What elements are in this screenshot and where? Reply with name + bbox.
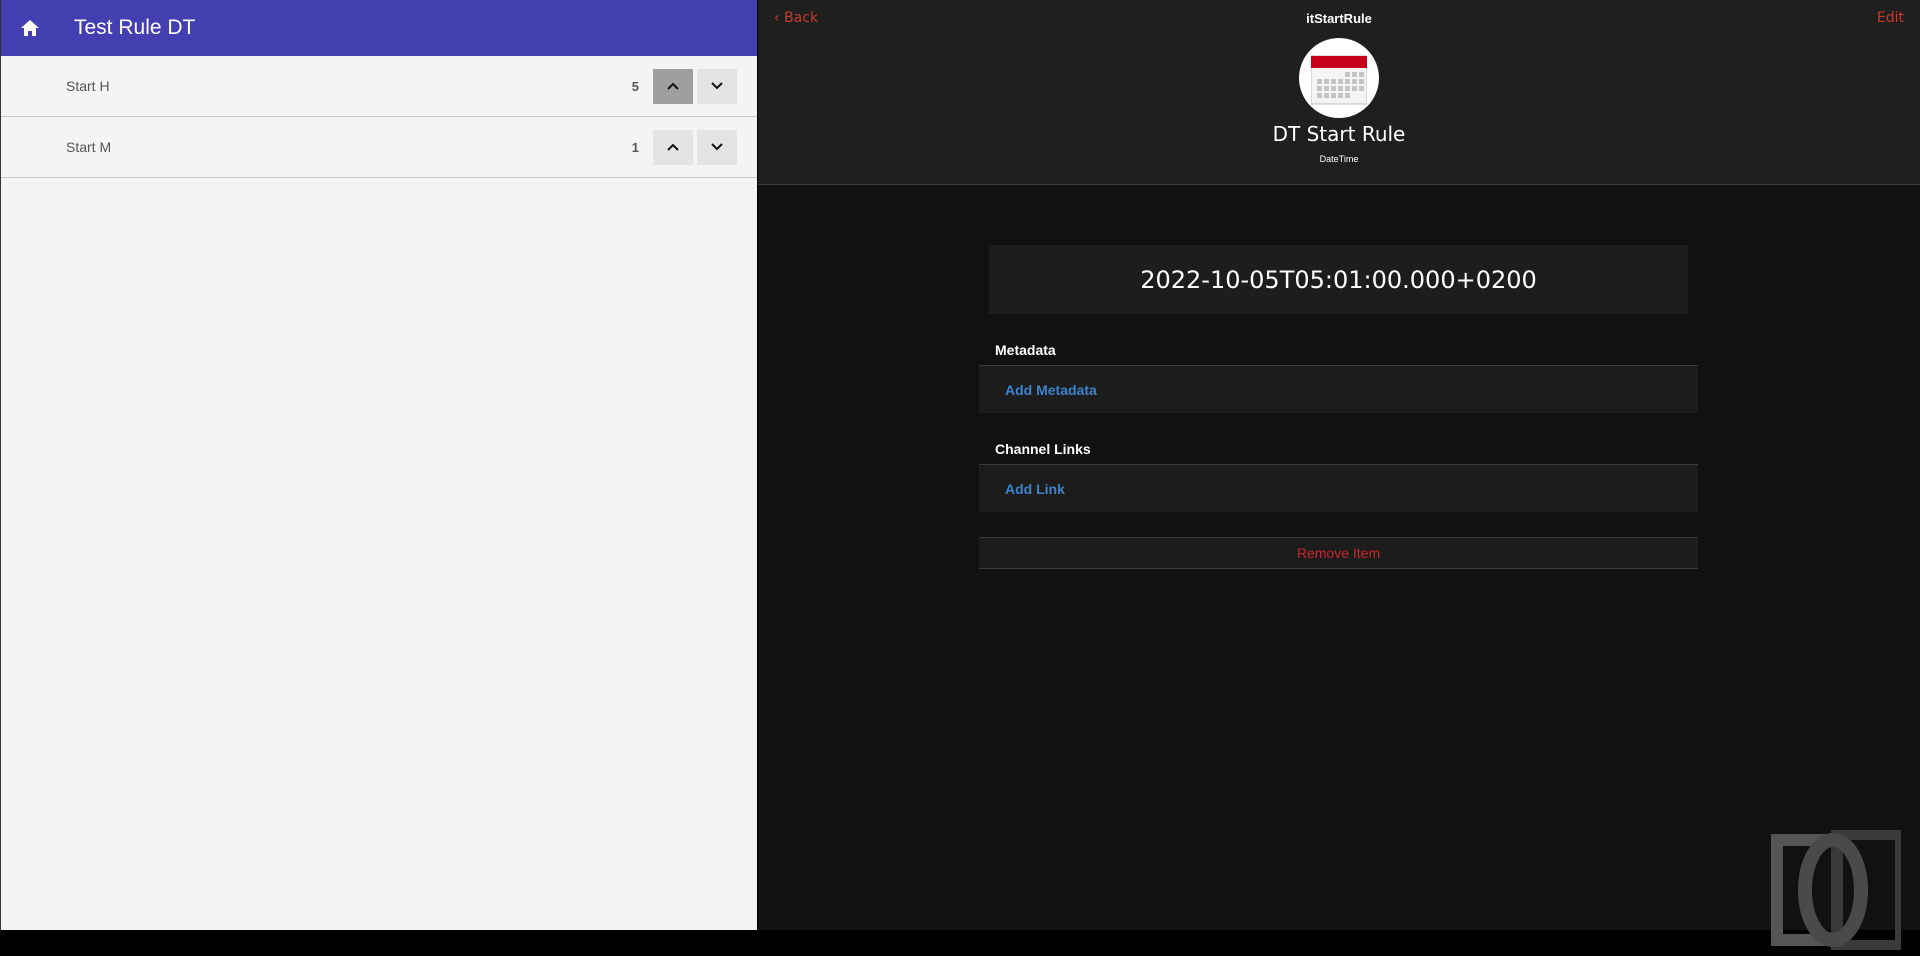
item-detail-panel: ‹ Back itStartRule Edit DT Start Rule Da… (758, 0, 1920, 930)
item-value: 5 (631, 78, 639, 94)
list-item: Start H 5 (1, 56, 757, 117)
page-title: Test Rule DT (74, 16, 196, 39)
chevron-down-icon (711, 143, 723, 151)
item-label: Start M (66, 139, 112, 155)
home-icon[interactable] (2, 19, 58, 37)
item-name: itStartRule (1306, 11, 1372, 26)
item-header: ‹ Back itStartRule Edit DT Start Rule Da… (758, 0, 1920, 185)
add-metadata-link[interactable]: Add Metadata (1005, 382, 1097, 398)
left-panel: Test Rule DT Start H 5 Start M 1 (0, 0, 757, 930)
item-state[interactable]: 2022-10-05T05:01:00.000+0200 (989, 245, 1688, 314)
add-link-link[interactable]: Add Link (1005, 481, 1065, 497)
item-value: 1 (631, 139, 639, 155)
edit-button[interactable]: Edit (1877, 10, 1904, 26)
app-bar: Test Rule DT (1, 0, 757, 56)
watermark-logo (1771, 830, 1901, 950)
channel-links-section: Add Link (979, 464, 1698, 512)
calendar-icon (1299, 38, 1379, 118)
channel-links-heading: Channel Links (995, 441, 1091, 457)
item-label: DT Start Rule (1272, 122, 1406, 146)
chevron-down-icon (711, 82, 723, 90)
decrease-button[interactable] (697, 68, 737, 104)
remove-item-button[interactable]: Remove Item (979, 537, 1698, 569)
increase-button[interactable] (653, 68, 693, 104)
item-type: DateTime (1319, 154, 1359, 164)
metadata-heading: Metadata (995, 342, 1056, 358)
list-item: Start M 1 (1, 117, 757, 178)
chevron-up-icon (667, 143, 679, 151)
increase-button[interactable] (653, 129, 693, 165)
item-label: Start H (66, 78, 110, 94)
decrease-button[interactable] (697, 129, 737, 165)
chevron-up-icon (667, 82, 679, 90)
metadata-section: Add Metadata (979, 365, 1698, 413)
